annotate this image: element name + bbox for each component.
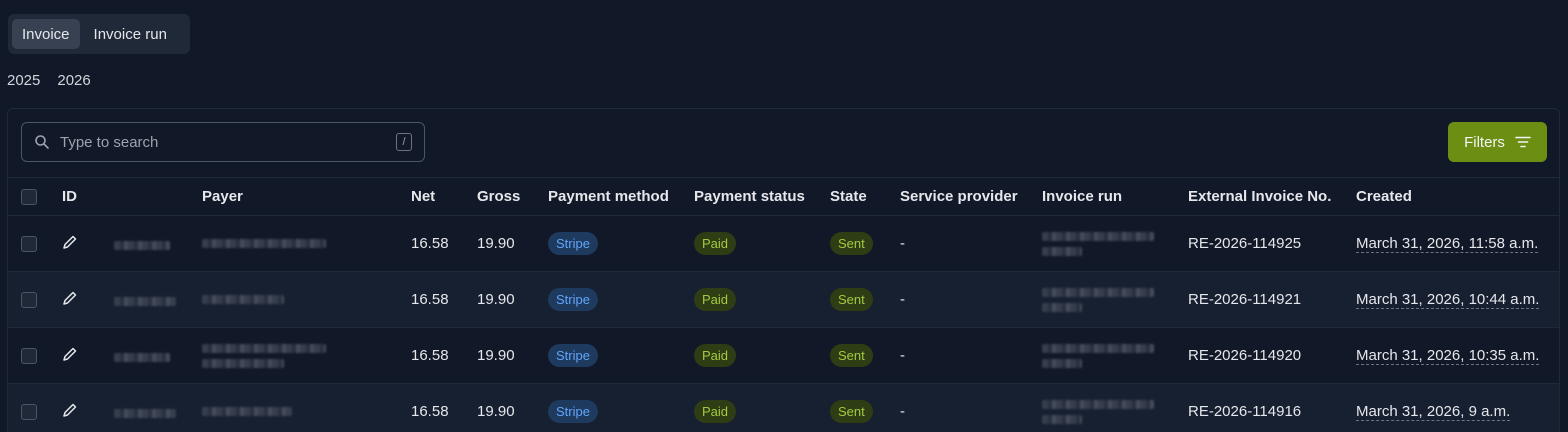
filters-button[interactable]: Filters: [1448, 122, 1547, 162]
pencil-icon[interactable]: [62, 234, 78, 250]
state-badge: Sent: [830, 400, 873, 423]
payment-status-badge: Paid: [694, 232, 737, 255]
cell-gross: 19.90: [477, 347, 515, 364]
redacted-payer: [202, 295, 284, 304]
cell-service-provider: -: [900, 403, 905, 420]
year-2025[interactable]: 2025: [7, 72, 40, 89]
redacted-payer: [202, 343, 411, 368]
table-row[interactable]: 16.58 19.90 Stripe Paid Sent - RE-2026-1…: [8, 271, 1559, 328]
table-row[interactable]: 16.58 19.90 Stripe Paid Sent - RE-2026-1…: [8, 328, 1559, 384]
cell-external-invoice-no: RE-2026-114921: [1188, 291, 1302, 308]
column-id[interactable]: ID: [62, 178, 202, 216]
redacted-invoice-run: [1042, 399, 1188, 424]
search-icon: [35, 135, 49, 149]
table-header-row: ID Payer Net Gross Payment method Paymen…: [8, 177, 1559, 216]
redacted-invoice-run: [1042, 231, 1188, 256]
payment-status-badge: Paid: [694, 288, 737, 311]
cell-service-provider: -: [900, 347, 905, 364]
payment-status-badge: Paid: [694, 344, 737, 367]
table-row[interactable]: 16.58 19.90 Stripe Paid Sent - RE-2026-1…: [8, 383, 1559, 432]
column-net[interactable]: Net: [411, 178, 477, 216]
row-checkbox[interactable]: [21, 235, 37, 252]
column-external-invoice-no[interactable]: External Invoice No.: [1188, 178, 1356, 216]
pencil-icon[interactable]: [62, 402, 78, 418]
payment-method-badge: Stripe: [548, 400, 598, 423]
column-payment-status[interactable]: Payment status: [694, 178, 830, 216]
year-2026[interactable]: 2026: [57, 72, 90, 89]
search-box: /: [21, 122, 425, 162]
row-checkbox[interactable]: [21, 291, 37, 308]
redacted-invoice-run: [1042, 287, 1188, 312]
select-all-checkbox[interactable]: [21, 188, 37, 205]
cell-gross: 19.90: [477, 291, 515, 308]
pencil-icon[interactable]: [62, 290, 78, 306]
tab-invoice[interactable]: Invoice: [12, 19, 80, 49]
cell-net: 16.58: [411, 347, 449, 364]
view-tabs: Invoice Invoice run: [8, 14, 190, 54]
payment-status-badge: Paid: [694, 400, 737, 423]
tab-invoice-run[interactable]: Invoice run: [84, 19, 177, 49]
cell-created: March 31, 2026, 9 a.m.: [1356, 403, 1511, 421]
column-gross[interactable]: Gross: [477, 178, 548, 216]
column-created[interactable]: Created: [1356, 178, 1559, 216]
redacted-invoice-run: [1042, 343, 1188, 368]
invoice-table-panel: / Filters ID Payer Net Gross Payment met…: [7, 108, 1560, 432]
table-row[interactable]: 16.58 19.90 Stripe Paid Sent - RE-2026-1…: [8, 216, 1559, 272]
redacted-payer: [202, 407, 292, 416]
payment-method-badge: Stripe: [548, 344, 598, 367]
search-input[interactable]: [60, 133, 396, 151]
cell-gross: 19.90: [477, 403, 515, 420]
cell-service-provider: -: [900, 235, 905, 252]
state-badge: Sent: [830, 288, 873, 311]
redacted-id: [114, 353, 171, 363]
redacted-payer: [202, 239, 326, 248]
pencil-icon[interactable]: [62, 346, 78, 362]
state-badge: Sent: [830, 344, 873, 367]
cell-net: 16.58: [411, 291, 449, 308]
year-selector: 2025 2026: [7, 72, 91, 89]
cell-gross: 19.90: [477, 235, 515, 252]
cell-external-invoice-no: RE-2026-114916: [1188, 403, 1302, 420]
row-checkbox[interactable]: [21, 403, 37, 420]
search-shortcut-hint: /: [396, 133, 412, 151]
cell-created: March 31, 2026, 10:35 a.m.: [1356, 347, 1540, 365]
cell-external-invoice-no: RE-2026-114920: [1188, 347, 1302, 364]
row-checkbox[interactable]: [21, 347, 37, 364]
invoice-table: ID Payer Net Gross Payment method Paymen…: [8, 177, 1559, 432]
cell-created: March 31, 2026, 11:58 a.m.: [1356, 235, 1539, 253]
column-service-provider[interactable]: Service provider: [900, 178, 1042, 216]
cell-created: March 31, 2026, 10:44 a.m.: [1356, 291, 1540, 309]
redacted-id: [114, 241, 171, 251]
filters-label: Filters: [1464, 133, 1505, 151]
cell-service-provider: -: [900, 291, 905, 308]
column-payment-method[interactable]: Payment method: [548, 178, 694, 216]
filter-icon: [1515, 136, 1531, 148]
column-invoice-run[interactable]: Invoice run: [1042, 178, 1188, 216]
redacted-id: [114, 297, 177, 307]
redacted-id: [114, 409, 177, 419]
payment-method-badge: Stripe: [548, 288, 598, 311]
state-badge: Sent: [830, 232, 873, 255]
cell-net: 16.58: [411, 403, 449, 420]
column-payer[interactable]: Payer: [202, 178, 411, 216]
cell-net: 16.58: [411, 235, 449, 252]
column-state[interactable]: State: [830, 178, 900, 216]
payment-method-badge: Stripe: [548, 232, 598, 255]
cell-external-invoice-no: RE-2026-114925: [1188, 235, 1302, 252]
